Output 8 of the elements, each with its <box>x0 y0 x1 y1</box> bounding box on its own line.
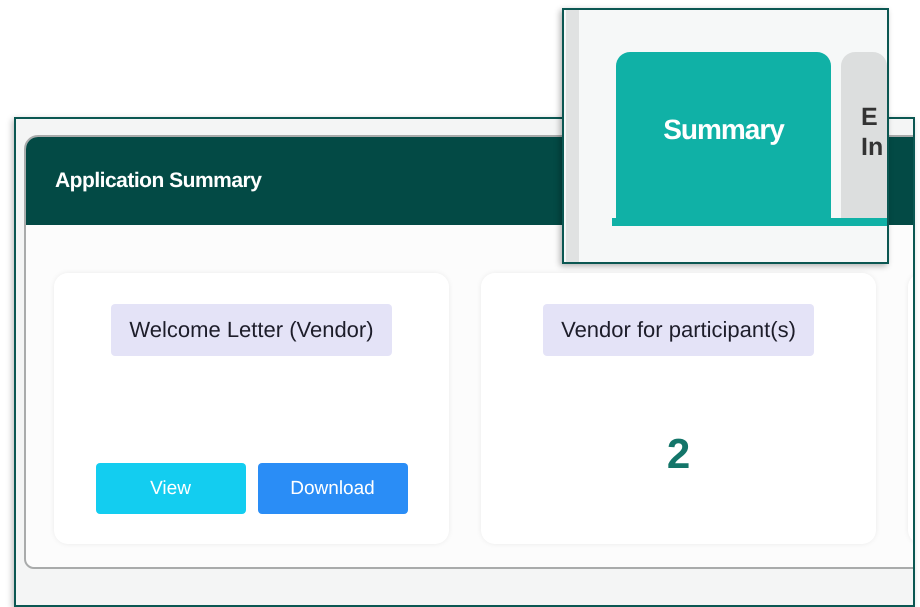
tab[interactable]: Summary <box>616 52 831 220</box>
view-button[interactable]: View <box>96 463 246 514</box>
panel-title: Application Summary <box>55 169 262 193</box>
count-value: 2 <box>666 430 690 478</box>
download-button[interactable]: Download <box>258 463 408 514</box>
card-title: Welcome Letter (Vendor) <box>111 304 392 356</box>
card-title: Vendor for participant(s) <box>543 304 814 356</box>
tab[interactable]: E In <box>841 52 887 220</box>
